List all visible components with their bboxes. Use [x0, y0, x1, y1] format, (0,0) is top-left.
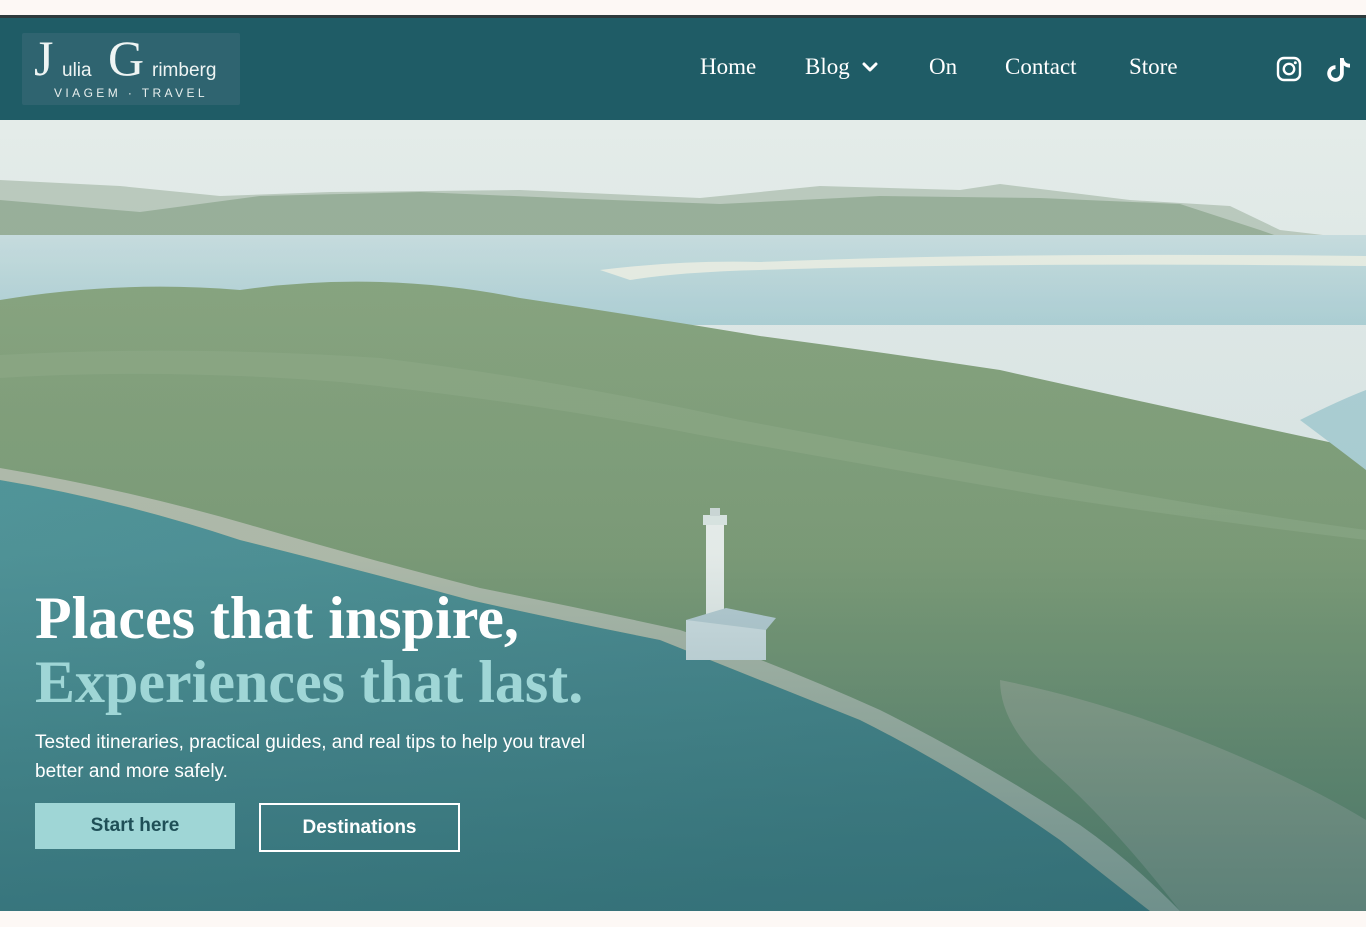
destinations-button[interactable]: Destinations — [259, 803, 460, 852]
top-strip — [0, 0, 1366, 15]
instagram-icon[interactable] — [1276, 56, 1302, 82]
logo-tagline: VIAGEM · TRAVEL — [54, 86, 208, 100]
hero-headline-line1: Places that inspire, — [35, 585, 519, 651]
nav-item-on[interactable]: On — [929, 54, 957, 80]
nav-item-contact[interactable]: Contact — [1005, 54, 1077, 80]
site-header: J ulia G rimberg VIAGEM · TRAVEL Home Bl… — [0, 18, 1366, 120]
logo-initial-g: G — [108, 30, 145, 86]
logo-text-rimberg: rimberg — [152, 60, 217, 81]
hero-headline-line2: Experiences that last. — [35, 649, 584, 715]
hero-subtext: Tested itineraries, practical guides, an… — [35, 732, 586, 782]
chevron-down-icon[interactable] — [862, 62, 878, 74]
nav-item-blog[interactable]: Blog — [805, 54, 850, 80]
start-here-button[interactable]: Start here — [35, 803, 235, 849]
site-logo[interactable]: J ulia G rimberg VIAGEM · TRAVEL — [22, 33, 240, 105]
logo-text-ulia: ulia — [62, 60, 92, 81]
bottom-strip — [0, 911, 1366, 927]
tiktok-icon[interactable] — [1326, 56, 1352, 82]
nav-item-home[interactable]: Home — [700, 54, 756, 80]
hero-image — [0, 120, 1366, 911]
logo-initial-j: J — [34, 30, 54, 86]
nav-item-store[interactable]: Store — [1129, 54, 1178, 80]
hero-section: Places that inspire, Experiences that la… — [0, 120, 1366, 911]
